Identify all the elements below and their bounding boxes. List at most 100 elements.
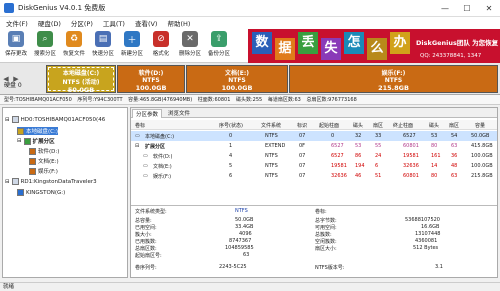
banner-qq: QQ: 243378841, 1347 [420,53,482,59]
cell-start-cyl: 6527 [331,143,344,149]
delete-partition-button[interactable]: ✕ 删除分区 [178,31,202,57]
backup-partition-button[interactable]: ⇪ 备份分区 [207,31,231,57]
menu-disk[interactable]: 硬盘(D) [38,18,61,28]
tab-partition-params[interactable]: 分区参数 [132,109,163,118]
tree-node-c[interactable]: 本地磁盘(C:) [17,127,58,135]
partition-block-e[interactable]: 文档(E:) NTFS 100.0GB [186,65,288,93]
cell-start-cyl: 32636 [331,173,347,179]
banner-tile: 数 [252,32,272,54]
column-header[interactable]: 卷标 [135,122,145,129]
cell-start-head: 32 [355,133,362,139]
column-header[interactable]: 磁头 [429,122,439,129]
maximize-button[interactable]: ☐ [456,0,478,17]
table-row[interactable]: ⊟ 扩展分区 1 EXTEND 0F 6527 53 55 60801 80 6… [131,141,497,151]
table-row[interactable]: ▭ 软件(D:) 4 NTFS 07 6527 86 24 19581 161 … [131,151,497,161]
detail-key: 卷序列号: [135,265,157,271]
tree-node-rd1[interactable]: ⊟ RD1:KingstonDataTraveler3 [5,178,97,185]
tree-node-hd0[interactable]: ⊟ HD0:TOSHIBAMQ01ACF050(46 [5,116,105,123]
quick-partition-icon: ▤ [95,31,111,47]
expand-icon[interactable]: ⊟ [135,143,139,149]
detail-value: 13107448 [415,231,441,237]
toolbar: ▣ 保存更改 ⌕ 搜索分区 ♻ 恢复文件 ▤ 快速分区 ＋ 新建分区 ⊘ 格式化… [0,29,500,63]
column-header[interactable]: 序号(状态) [219,122,243,129]
partition-block-c[interactable]: 本地磁盘(C:) NTFS (活动) 50.0GB [46,65,116,94]
cell-end-sector: 54 [451,133,458,139]
save-changes-button[interactable]: ▣ 保存更改 [4,31,28,57]
close-button[interactable]: ✕ [478,0,500,17]
toolbar-label: 格式化 [152,51,170,57]
column-header[interactable]: 容量 [475,122,485,129]
cell-fs: NTFS [265,133,278,139]
expand-icon[interactable]: ⊟ [5,179,10,185]
column-header[interactable]: 标识 [297,122,307,129]
cell-end-head: 80 [431,173,438,179]
detail-value: 53688107520 [405,217,440,223]
cell-start-cyl: 0 [331,133,335,139]
disk-heads: 磁头数:255 [235,97,263,103]
detail-value: 8747367 [229,238,252,244]
tree-node-label: HD0:TOSHIBAMQ01ACF050(46 [20,116,106,123]
menu-partition[interactable]: 分区(P) [71,18,93,28]
menu-tools[interactable]: 工具(T) [103,18,125,28]
partition-block-f[interactable]: 娱乐(F:) NTFS 215.8GB [289,65,498,93]
cell-id: 07 [299,153,306,159]
cell-end-cyl: 60801 [403,173,419,179]
expand-icon[interactable]: ⊟ [5,117,10,123]
format-button[interactable]: ⊘ 格式化 [149,31,173,57]
menu-view[interactable]: 查看(V) [135,18,158,28]
minimize-button[interactable]: — [434,0,456,17]
tree-node-g[interactable]: KINGSTON(G:) [17,189,65,196]
menu-file[interactable]: 文件(F) [6,18,28,28]
advert-banner[interactable]: 数 据 丢 失 怎 么 办 DiskGenius团队 为您恢复 QQ: 2433… [248,29,500,63]
banner-tile: 丢 [298,32,318,54]
table-row[interactable]: ▭ 本地磁盘(C:) 0 NTFS 07 0 32 33 6527 53 54 … [131,131,497,141]
detail-key: 文件系统类型: [135,209,167,215]
partition-icon [17,127,24,135]
partition-name: 软件(D:) [138,70,164,77]
partition-size: 100.0GB [135,84,167,92]
tree-node-e[interactable]: 文档(E:) [29,157,59,165]
partition-icon [29,147,36,155]
partition-block-d[interactable]: 软件(D:) NTFS 100.0GB [117,65,185,93]
column-header[interactable]: 扇区 [449,122,459,129]
toolbar-label: 删除分区 [178,51,201,57]
cell-fs: NTFS [265,163,278,169]
partition-fs: NTFS [384,77,403,84]
recover-files-button[interactable]: ♻ 恢复文件 [62,31,86,57]
row-icon: ▭ [135,133,140,139]
column-header[interactable]: 起始柱面 [319,122,339,129]
expand-icon[interactable]: ⊟ [17,138,22,144]
banner-tile: 么 [367,38,387,60]
tree-node-d[interactable]: 软件(D:) [29,147,59,155]
partition-size: 215.8GB [378,84,409,92]
hard-disk-icon [11,116,19,123]
cell-id: 07 [299,163,306,169]
tree-node-label: 文档(E:) [38,159,59,165]
pane-tabs: 分区参数 浏览文件 [131,108,497,118]
column-header[interactable]: 终止柱面 [393,122,413,129]
banner-tile: 据 [275,38,295,60]
detail-key: 起始扇区号: [135,253,162,259]
disk-label: 硬盘 0 [4,82,22,89]
quick-partition-button[interactable]: ▤ 快速分区 [91,31,115,57]
detail-key: 总容量: [135,218,152,224]
app-icon [4,3,14,13]
new-partition-button[interactable]: ＋ 新建分区 [120,31,144,57]
column-header[interactable]: 磁头 [353,122,363,129]
cell-fs: EXTEND [265,143,286,149]
delete-partition-icon: ✕ [182,31,198,47]
save-icon: ▣ [8,31,24,47]
table-row[interactable]: ▭ 娱乐(F:) 6 NTFS 07 32636 46 51 60801 80 … [131,171,497,181]
table-row[interactable]: ▭ 文档(E:) 5 NTFS 07 19581 194 6 32636 14 … [131,161,497,171]
column-header[interactable]: 文件系统 [261,122,281,129]
search-partition-button[interactable]: ⌕ 搜索分区 [33,31,57,57]
column-header[interactable]: 扇区 [373,122,383,129]
cell-capacity: 215.8GB [471,173,493,179]
partition-pane: 分区参数 浏览文件 卷标 序号(状态) 文件系统 标识 起始柱面 磁头 扇区 终… [130,107,498,278]
menu-help[interactable]: 帮助(H) [167,18,190,28]
tab-browse-files[interactable]: 浏览文件 [165,109,193,117]
tree-node-f[interactable]: 娱乐(F:) [29,167,58,175]
detail-value: 104859585 [225,245,254,251]
tree-node-extended[interactable]: ⊟ 扩展分区 [17,137,55,145]
cell-index: 0 [229,133,233,139]
